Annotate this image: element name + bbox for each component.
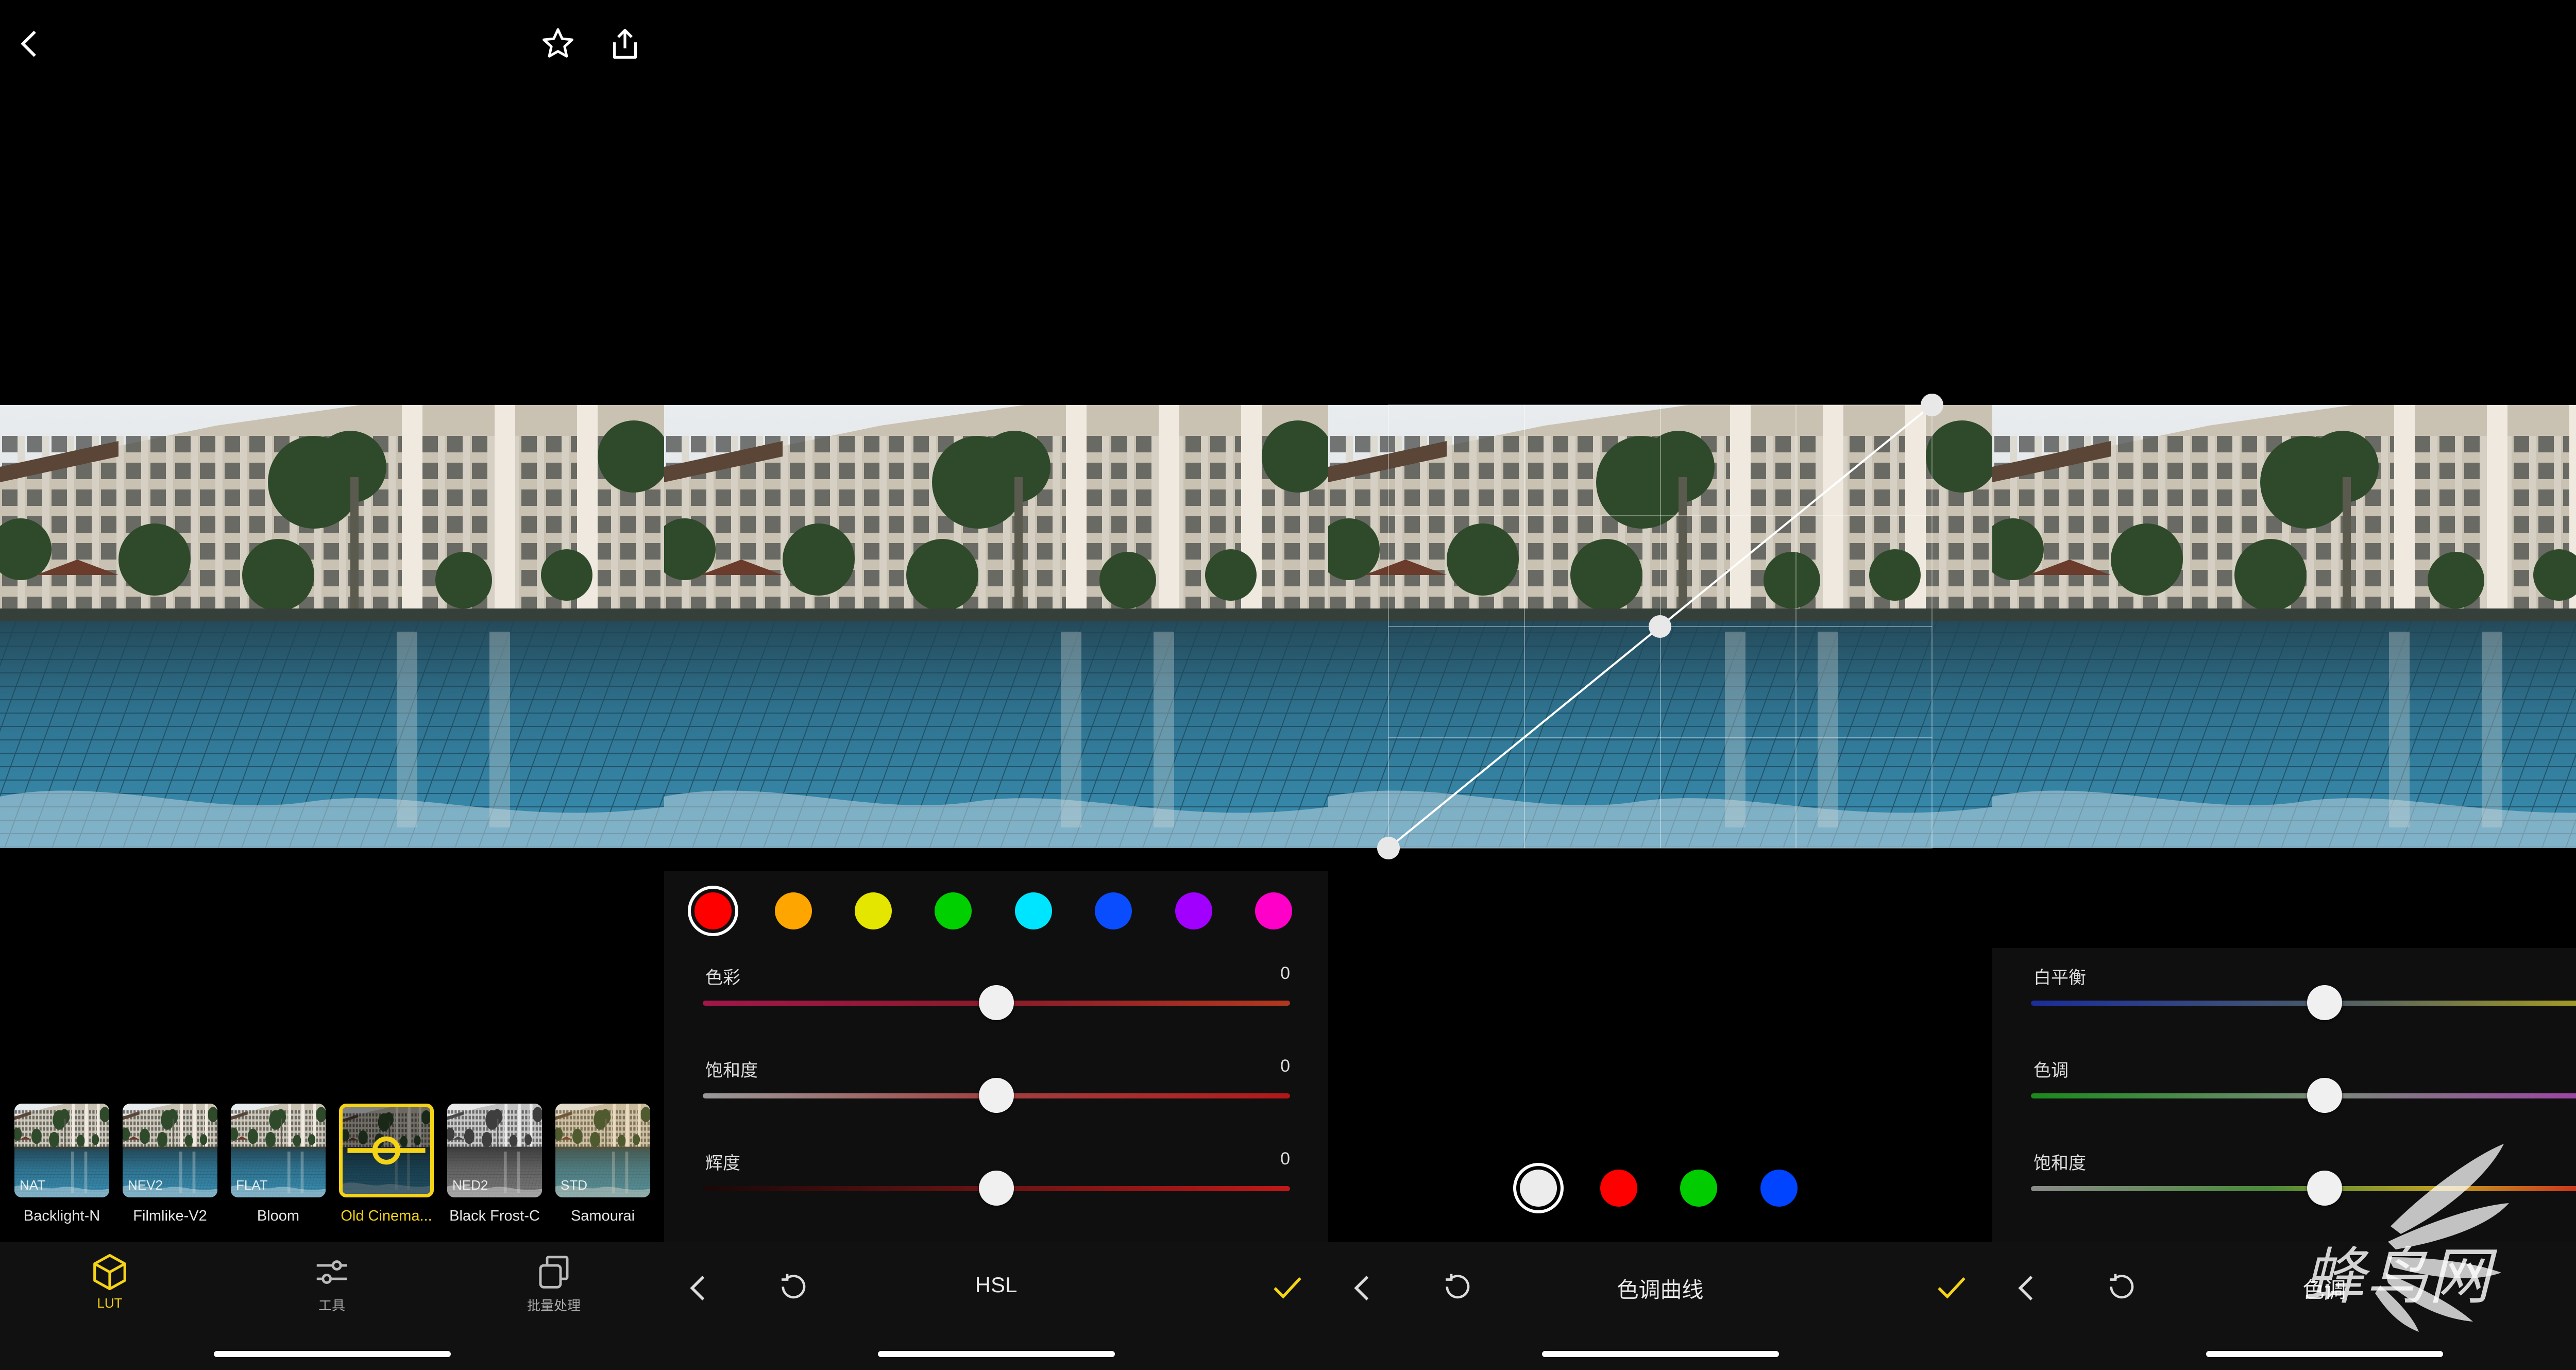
tab-batch[interactable]: 批量处理 bbox=[502, 1252, 605, 1314]
slider-label: 色彩 bbox=[705, 968, 740, 988]
lut-label: Old Cinema... bbox=[341, 1208, 432, 1224]
favorite-button[interactable] bbox=[535, 21, 581, 67]
cube-icon bbox=[93, 1254, 126, 1291]
lut-label: Filmlike-V2 bbox=[133, 1208, 207, 1224]
curve-point[interactable] bbox=[1649, 615, 1671, 638]
tab-label: LUT bbox=[97, 1295, 123, 1311]
home-indicator[interactable] bbox=[877, 1351, 1115, 1357]
lut-item[interactable]: FLAT Bloom bbox=[231, 1104, 326, 1225]
lut-tag: NAT bbox=[20, 1177, 46, 1193]
home-indicator[interactable] bbox=[2206, 1351, 2443, 1357]
swatch-purple[interactable] bbox=[1175, 892, 1212, 929]
tab-bar: LUT 工具 批量处理 bbox=[0, 1242, 664, 1370]
photo-preview[interactable] bbox=[664, 405, 1328, 848]
lut-item[interactable]: NED2 Black Frost-C bbox=[447, 1104, 542, 1225]
lut-item[interactable]: NEV2 Filmlike-V2 bbox=[123, 1104, 217, 1225]
photo-preview[interactable] bbox=[0, 405, 664, 848]
edit-bar: 色调曲线 bbox=[1328, 1242, 1992, 1370]
slider-knob[interactable] bbox=[2307, 985, 2342, 1020]
lut-item[interactable]: NAT Backlight-N bbox=[14, 1104, 109, 1225]
channel-green[interactable] bbox=[1680, 1170, 1717, 1207]
tone-curve-panel: 色调曲线 bbox=[1328, 0, 1992, 1370]
swatch-yellow[interactable] bbox=[855, 892, 892, 929]
slider-value: 0 bbox=[1280, 1149, 1290, 1169]
hsl-panel: 色彩 0 饱和度 0 辉度 0 HSL bbox=[664, 0, 1328, 1370]
lut-thumbnail: NEV2 bbox=[123, 1104, 217, 1197]
hsl-adjust-panel: 色彩 0 饱和度 0 辉度 0 bbox=[664, 871, 1328, 1242]
lut-panel: NAT Backlight-N NEV2 Filmlike-V2 FLAT Bl… bbox=[0, 0, 664, 1370]
slider-knob[interactable] bbox=[979, 985, 1014, 1020]
lut-item-active[interactable]: Old Cinema... bbox=[339, 1104, 434, 1225]
lut-thumbnail bbox=[339, 1104, 434, 1197]
slider-track[interactable] bbox=[2031, 1001, 2576, 1006]
lut-tag: NED2 bbox=[452, 1177, 488, 1193]
lut-tag: NEV2 bbox=[128, 1177, 163, 1193]
saturation-slider[interactable]: 饱和度 0 bbox=[703, 1056, 1290, 1128]
slider-label: 饱和度 bbox=[2033, 1154, 2086, 1173]
slider-value: 0 bbox=[1280, 1056, 1290, 1076]
lut-label: Black Frost-C bbox=[449, 1208, 540, 1224]
swatch-orange[interactable] bbox=[775, 892, 812, 929]
sliders-icon bbox=[316, 1260, 347, 1284]
lut-thumbnail: NED2 bbox=[447, 1104, 542, 1197]
confirm-button[interactable] bbox=[1926, 1262, 1977, 1314]
tab-label: 工具 bbox=[318, 1298, 345, 1313]
lut-thumbnail: NAT bbox=[14, 1104, 109, 1197]
slider-label: 饱和度 bbox=[705, 1061, 758, 1080]
confirm-button[interactable] bbox=[1262, 1262, 1313, 1314]
photo-preview[interactable] bbox=[1992, 405, 2576, 848]
chevron-left-icon bbox=[21, 30, 36, 57]
tab-label: 批量处理 bbox=[527, 1298, 581, 1313]
lut-item[interactable]: STD Samourai bbox=[555, 1104, 650, 1225]
panel-title: HSL bbox=[975, 1273, 1018, 1297]
luminance-slider[interactable]: 辉度 0 bbox=[703, 1149, 1290, 1221]
channel-red[interactable] bbox=[1600, 1170, 1637, 1207]
home-indicator[interactable] bbox=[213, 1351, 451, 1357]
white-balance-slider[interactable]: 白平衡 0 bbox=[2031, 963, 2576, 1036]
back-button[interactable] bbox=[7, 21, 54, 67]
lut-tag: FLAT bbox=[236, 1177, 268, 1193]
channel-blue[interactable] bbox=[1760, 1170, 1798, 1207]
copy-icon bbox=[539, 1256, 569, 1289]
tab-lut[interactable]: LUT bbox=[58, 1252, 161, 1311]
checkmark-icon bbox=[1938, 1277, 1965, 1299]
checkmark-icon bbox=[1274, 1277, 1301, 1299]
lut-tag: STD bbox=[561, 1177, 587, 1193]
tab-tools[interactable]: 工具 bbox=[280, 1252, 383, 1314]
edit-bar: HSL bbox=[664, 1242, 1328, 1370]
slider-label: 色调 bbox=[2033, 1061, 2069, 1080]
adjust-slider-icon bbox=[343, 1107, 430, 1194]
lut-thumbnail: FLAT bbox=[231, 1104, 326, 1197]
slider-track[interactable] bbox=[2031, 1093, 2576, 1098]
share-button[interactable] bbox=[602, 21, 648, 67]
panel-title: 色调曲线 bbox=[1617, 1278, 1704, 1302]
tint-slider[interactable]: 色调 0 bbox=[2031, 1056, 2576, 1128]
swatch-red[interactable] bbox=[694, 892, 732, 929]
lut-label: Bloom bbox=[257, 1208, 300, 1224]
swatch-cyan[interactable] bbox=[1015, 892, 1052, 929]
share-icon bbox=[613, 29, 637, 59]
channel-rgb[interactable] bbox=[1520, 1170, 1557, 1207]
lut-strip[interactable]: NAT Backlight-N NEV2 Filmlike-V2 FLAT Bl… bbox=[0, 1097, 664, 1237]
lut-label: Samourai bbox=[570, 1208, 635, 1224]
slider-knob[interactable] bbox=[2307, 1078, 2342, 1113]
slider-value: 0 bbox=[1280, 963, 1290, 983]
slider-label: 白平衡 bbox=[2033, 968, 2086, 988]
star-icon bbox=[543, 28, 573, 58]
lut-label: Backlight-N bbox=[23, 1208, 100, 1224]
slider-knob[interactable] bbox=[979, 1171, 1014, 1206]
home-indicator[interactable] bbox=[1541, 1351, 1779, 1357]
swatch-blue[interactable] bbox=[1095, 892, 1132, 929]
lut-thumbnail: STD bbox=[555, 1104, 650, 1197]
swatch-green[interactable] bbox=[935, 892, 972, 929]
hue-slider[interactable]: 色彩 0 bbox=[703, 963, 1290, 1036]
slider-label: 辉度 bbox=[705, 1154, 740, 1173]
curve-point[interactable] bbox=[1921, 394, 1943, 416]
swatch-magenta[interactable] bbox=[1255, 892, 1292, 929]
watermark-text: 蜂鸟网 bbox=[2303, 1241, 2492, 1313]
curve-point[interactable] bbox=[1377, 837, 1400, 859]
slider-knob[interactable] bbox=[979, 1078, 1014, 1113]
